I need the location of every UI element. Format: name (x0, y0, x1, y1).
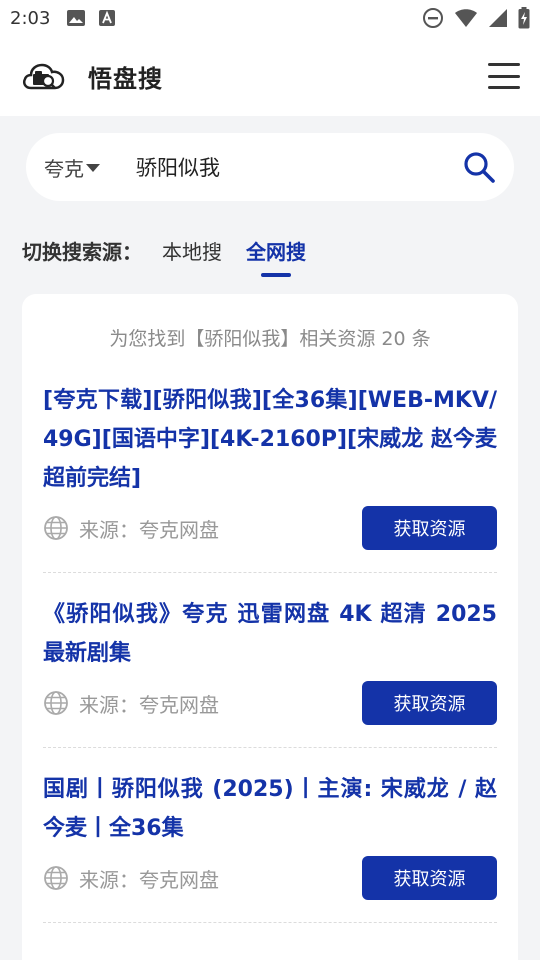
result-title-link[interactable]: [夸克下载][骄阳似我][全36集][WEB-MKV/49G][国语中字][4K… (43, 381, 497, 498)
app-title: 悟盘搜 (88, 64, 163, 93)
search-source-switch: 切换搜索源： 本地搜 全网搜 (22, 230, 306, 270)
search-input[interactable]: 骄阳似我 (136, 152, 220, 182)
get-resource-button[interactable]: 获取资源 (362, 681, 497, 725)
do-not-disturb-icon (423, 8, 443, 28)
cloud-logo-icon (23, 63, 65, 90)
result-source: 来源：夸克网盘 (79, 692, 219, 717)
result-meta: 来源：夸克网盘 获取资源 (43, 506, 497, 550)
get-resource-button[interactable]: 获取资源 (362, 856, 497, 900)
globe-icon (44, 516, 68, 540)
result-title-link[interactable]: 《骄阳似我》夸克 迅雷网盘 4K 超清 2025 最新剧集 (43, 595, 497, 673)
tab-web-search[interactable]: 全网搜 (246, 236, 306, 265)
status-bar: 2:03 (0, 0, 540, 36)
result-meta: 来源：夸克网盘 获取资源 (43, 856, 497, 900)
menu-line (488, 86, 520, 89)
search-source-label: 夸克 (44, 156, 84, 181)
result-item: [夸克下载][骄阳似我][全36集][WEB-MKV/49G][国语中字][4K… (43, 381, 497, 573)
wifi-icon (455, 9, 477, 27)
menu-line (488, 74, 520, 78)
result-item: 国剧丨骄阳似我 (2025)丨主演: 宋威龙 / 赵今麦丨全36集 来源：夸克网… (43, 770, 497, 923)
search-icon[interactable] (462, 150, 496, 184)
image-notification-icon (67, 10, 86, 26)
result-meta: 来源：夸克网盘 获取资源 (43, 681, 497, 725)
tab-local-search[interactable]: 本地搜 (162, 236, 222, 265)
text-notification-icon (99, 10, 116, 26)
menu-line (488, 63, 520, 66)
result-source: 来源：夸克网盘 (79, 517, 219, 542)
status-time: 2:03 (10, 7, 51, 29)
status-left-icons (66, 9, 116, 27)
globe-icon (44, 691, 68, 715)
search-source-dropdown[interactable]: 夸克 (44, 153, 100, 182)
battery-charging-icon (518, 7, 530, 29)
globe-icon (44, 866, 68, 890)
result-item: 《骄阳似我》夸克 迅雷网盘 4K 超清 2025 最新剧集 来源：夸克网盘 获取… (43, 595, 497, 748)
search-bar: 夸克 骄阳似我 (26, 133, 514, 201)
result-source: 来源：夸克网盘 (79, 867, 219, 892)
get-resource-button[interactable]: 获取资源 (362, 506, 497, 550)
caret-down-icon (86, 164, 100, 172)
results-summary: 为您找到【骄阳似我】相关资源 20 条 (109, 328, 431, 350)
app-header: 悟盘搜 (0, 36, 540, 116)
menu-button[interactable] (488, 63, 520, 89)
switch-label: 切换搜索源： (22, 239, 142, 264)
status-right-icons (422, 7, 530, 29)
result-title-link[interactable]: 国剧丨骄阳似我 (2025)丨主演: 宋威龙 / 赵今麦丨全36集 (43, 770, 497, 848)
results-card: 为您找到【骄阳似我】相关资源 20 条 [夸克下载][骄阳似我][全36集][W… (22, 294, 518, 960)
cellular-signal-icon (489, 9, 507, 27)
